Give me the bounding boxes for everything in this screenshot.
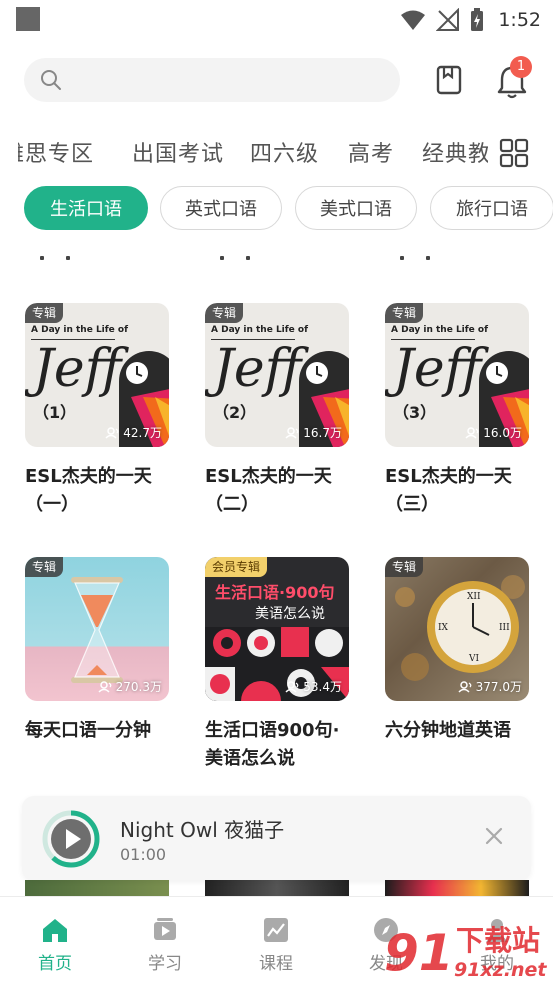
next-row-cover [205, 880, 349, 896]
listeners-icon [98, 680, 112, 693]
album-title: 六分钟地道英语 [385, 720, 511, 741]
tab-abroad-exam[interactable]: 出国考试 [132, 136, 224, 168]
album-tag: 专辑 [385, 303, 424, 323]
close-icon[interactable] [484, 826, 504, 846]
play-count: 270.3万 [98, 678, 162, 695]
album-tag: 专辑 [25, 303, 64, 323]
grid-menu-icon[interactable] [499, 138, 529, 168]
album-tag: 专辑 [385, 557, 424, 577]
vip-album-tag: 会员专辑 [205, 557, 268, 577]
listeners-icon [465, 426, 479, 439]
album-title: ESL杰夫的一天（三） [385, 466, 512, 515]
scrolled-row-remnant [0, 252, 553, 264]
svg-text:IX: IX [438, 623, 449, 633]
album-cover: 专辑 270.3万 [25, 557, 169, 701]
album-tag: 专辑 [205, 303, 244, 323]
tab-cet[interactable]: 四六级 [250, 136, 319, 168]
album-cover: 专辑 A Day in the Life of Jeff （1） 42.7万 [25, 303, 169, 447]
battery-charging-icon [471, 8, 484, 31]
play-progress-ring[interactable] [42, 810, 100, 868]
album-cover: 专辑 A Day in the Life of Jeff （3） 16.0万 [385, 303, 529, 447]
app-indicator-icon [16, 7, 40, 31]
search-bar[interactable] [24, 58, 400, 102]
album-cover: 专辑 XII III VI IX 377.0万 [385, 557, 529, 701]
site-watermark: 91 下载站 91xz.net [382, 918, 553, 983]
svg-text:91xz.net: 91xz.net [454, 959, 547, 981]
album-title: ESL杰夫的一天（一） [25, 466, 152, 515]
tab-study[interactable]: 学习 [120, 897, 210, 984]
chip-american-speaking[interactable]: 美式口语 [295, 186, 417, 230]
tab-gaokao[interactable]: 高考 [348, 136, 394, 168]
wifi-icon [401, 10, 426, 30]
video-play-icon [154, 918, 176, 940]
chip-daily-speaking[interactable]: 生活口语 [24, 186, 148, 230]
listeners-icon [105, 426, 119, 439]
play-count: 377.0万 [458, 678, 522, 695]
chart-icon [264, 918, 288, 942]
album-title: 生活口语900句·美语怎么说 [205, 720, 340, 769]
notification-badge: 1 [510, 56, 532, 78]
svg-text:下载站: 下载站 [456, 924, 540, 957]
svg-text:III: III [499, 623, 510, 633]
play-count: 16.7万 [285, 424, 342, 441]
cover-subtitle-line: 美语怎么说 [255, 606, 325, 622]
category-tabs: 雅思专区 出国考试 四六级 高考 经典教 [0, 130, 553, 174]
hourglass-graphic [71, 577, 123, 683]
status-icons: 1:52 [400, 5, 541, 35]
tab-ielts[interactable]: 雅思专区 [18, 136, 94, 168]
search-input[interactable] [70, 58, 390, 102]
home-icon [43, 919, 67, 942]
subcategory-chips: 生活口语 英式口语 美式口语 旅行口语 [0, 186, 553, 232]
tab-courses[interactable]: 课程 [231, 897, 321, 984]
chip-travel-speaking[interactable]: 旅行口语 [430, 186, 553, 230]
svg-text:91: 91 [384, 924, 454, 982]
bookmark-book-icon[interactable] [434, 64, 464, 96]
player-time: 01:00 [120, 845, 167, 864]
no-signal-icon [436, 8, 460, 31]
clock: 1:52 [498, 9, 541, 31]
listeners-icon [458, 680, 472, 693]
svg-text:XII: XII [467, 592, 481, 602]
category-track: 雅思专区 出国考试 四六级 高考 经典教 [18, 130, 488, 174]
play-count: 42.7万 [105, 424, 162, 441]
next-row-cover [385, 880, 529, 896]
watermark-logo: 91 下载站 91xz.net [384, 924, 547, 982]
play-count: 16.0万 [465, 424, 522, 441]
search-icon [41, 70, 61, 90]
album-title: ESL杰夫的一天（二） [205, 466, 332, 515]
search-row: 1 [0, 56, 553, 106]
album-tag: 专辑 [25, 557, 64, 577]
album-title: 每天口语一分钟 [25, 720, 151, 741]
mini-player[interactable]: Night Owl 夜猫子 01:00 [22, 796, 531, 880]
cover-title-line: 生活口语·900句 [215, 583, 335, 602]
listeners-icon [285, 426, 299, 439]
player-track-title: Night Owl 夜猫子 [120, 818, 285, 842]
svg-text:VI: VI [468, 654, 479, 664]
tab-home[interactable]: 首页 [10, 897, 100, 984]
play-count: 53.4万 [285, 678, 342, 695]
album-cover: 专辑 A Day in the Life of Jeff （2） 16.7万 [205, 303, 349, 447]
status-bar: 1:52 [0, 0, 553, 40]
notification-button[interactable]: 1 [494, 56, 532, 100]
tab-classic[interactable]: 经典教 [422, 136, 488, 168]
listeners-icon [285, 680, 299, 693]
chip-british-speaking[interactable]: 英式口语 [160, 186, 282, 230]
next-row-cover [25, 880, 169, 896]
album-cover: 会员专辑 生活口语·900句 美语怎么说 53.4万 [205, 557, 349, 701]
